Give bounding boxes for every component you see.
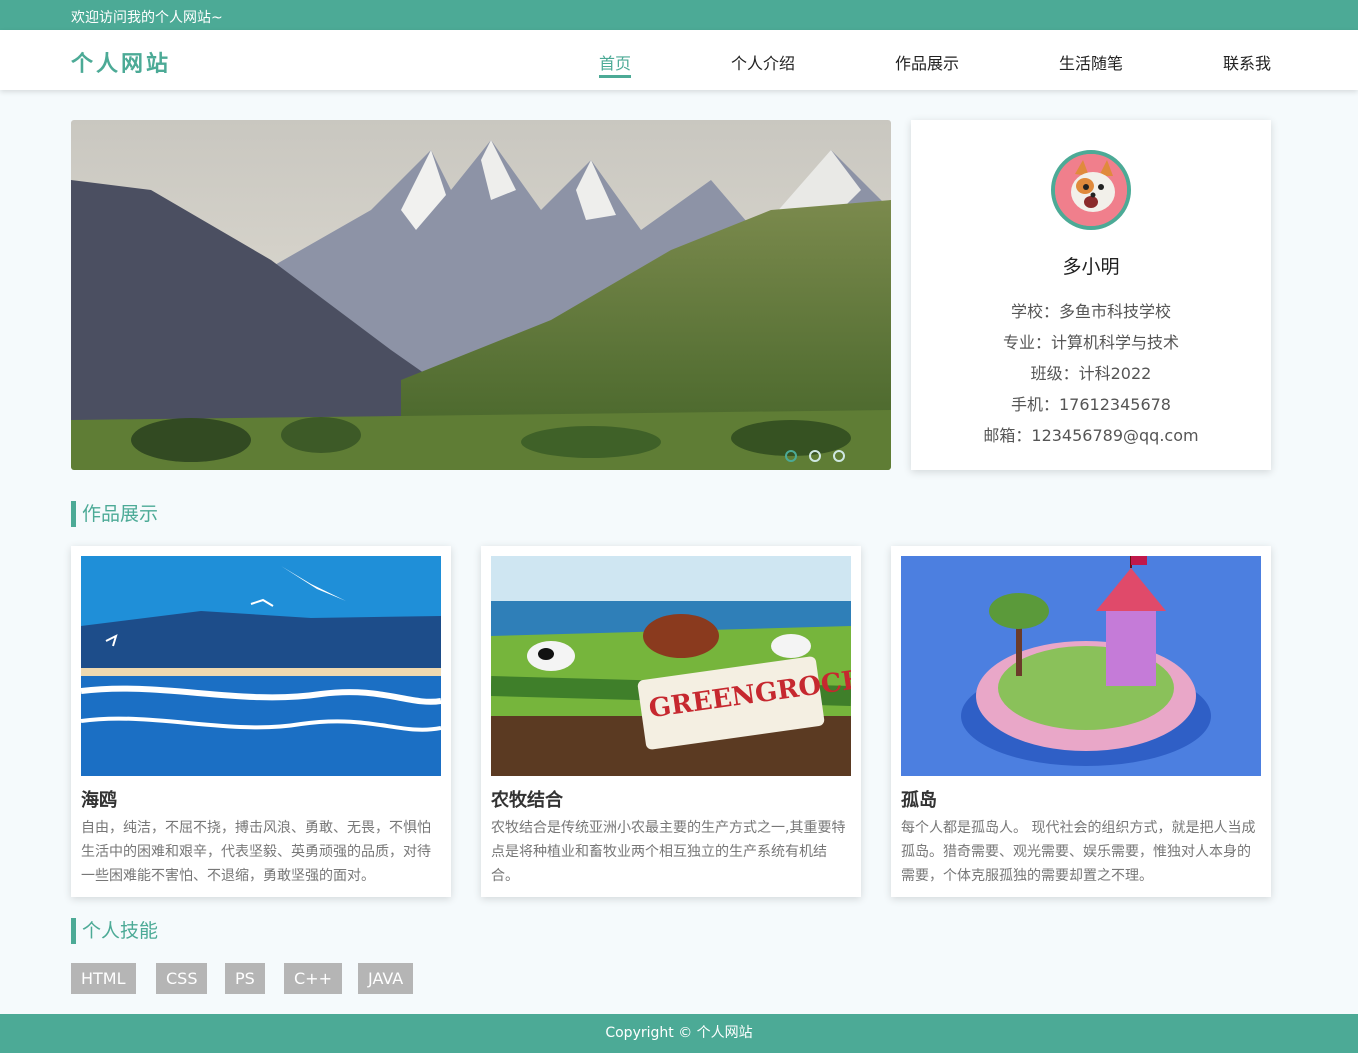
carousel-dot-1[interactable] — [785, 450, 797, 462]
nav-item-blog[interactable]: 生活随笔 — [1059, 50, 1123, 74]
work-title: 孤岛 — [901, 790, 937, 811]
profile-phone: 手机：17612345678 — [1011, 395, 1171, 414]
welcome-text: 欢迎访问我的个人网站~ — [71, 10, 223, 26]
banner-carousel[interactable] — [71, 120, 891, 470]
greengrocers-farm-image: GREENGROCERS — [491, 556, 851, 776]
site-header: 个人网站 首页 个人介绍 作品展示 生活随笔 联系我 — [0, 30, 1358, 90]
skill-tag-java: JAVA — [358, 963, 414, 994]
avatar — [1051, 150, 1131, 230]
top-welcome-bar: 欢迎访问我的个人网站~ — [0, 0, 1358, 30]
nav-item-about[interactable]: 个人介绍 — [731, 50, 795, 74]
skills-section-title: 个人技能 — [71, 918, 158, 944]
profile-school: 学校：多鱼市科技学校 — [1010, 302, 1171, 321]
copyright-text: Copyright © 个人网站 — [605, 1025, 753, 1041]
nav-item-home[interactable]: 首页 — [599, 50, 632, 78]
carousel-dot-2[interactable] — [809, 450, 821, 462]
work-card-island[interactable]: 孤岛 每个人都是孤岛人。 现代社会的组织方式，就是把人当成孤岛。猎奇需要、观光需… — [891, 546, 1271, 897]
work-title: 农牧结合 — [491, 790, 563, 811]
skill-tag-ps: PS — [225, 963, 265, 994]
site-footer: Copyright © 个人网站 — [0, 1014, 1358, 1053]
skill-tag-css: CSS — [156, 963, 208, 994]
work-card-farm[interactable]: GREENGROCERS 农牧结合 农牧结合是传统亚洲小农最主要的生产方式之一,… — [481, 546, 861, 897]
profile-major: 专业：计算机科学与技术 — [1002, 333, 1179, 352]
main-nav: 首页 个人介绍 作品展示 生活随笔 联系我 — [0, 50, 1358, 80]
work-title: 海鸥 — [81, 790, 117, 811]
work-description: 自由，纯洁，不屈不挠，搏击风浪、勇敢、无畏，不惧怕生活中的困难和艰辛，代表坚毅、… — [81, 820, 431, 884]
skill-tag-html: HTML — [71, 963, 136, 994]
nav-item-contact[interactable]: 联系我 — [1223, 50, 1271, 74]
profile-email: 邮箱：123456789@qq.com — [983, 426, 1199, 445]
work-description: 农牧结合是传统亚洲小农最主要的生产方式之一,其重要特点是将种植业和畜牧业两个相互… — [491, 820, 846, 884]
work-description: 每个人都是孤岛人。 现代社会的组织方式，就是把人当成孤岛。猎奇需要、观光需要、娱… — [901, 820, 1256, 884]
works-section-title: 作品展示 — [71, 501, 158, 527]
skill-tag-cpp: C++ — [284, 963, 342, 994]
profile-card: 多小明 学校：多鱼市科技学校 专业：计算机科学与技术 班级：计科2022 手机：… — [911, 120, 1271, 470]
corgi-avatar-icon — [1055, 154, 1127, 226]
nav-item-works[interactable]: 作品展示 — [895, 50, 959, 74]
profile-name: 多小明 — [1062, 256, 1120, 278]
seagull-ocean-image — [81, 556, 441, 776]
island-tower-image — [901, 556, 1261, 776]
banner-mountain-image — [71, 120, 891, 470]
profile-class: 班级：计科2022 — [1030, 364, 1152, 383]
carousel-dot-3[interactable] — [833, 450, 845, 462]
work-card-seagull[interactable]: 海鸥 自由，纯洁，不屈不挠，搏击风浪、勇敢、无畏，不惧怕生活中的困难和艰辛，代表… — [71, 546, 451, 897]
